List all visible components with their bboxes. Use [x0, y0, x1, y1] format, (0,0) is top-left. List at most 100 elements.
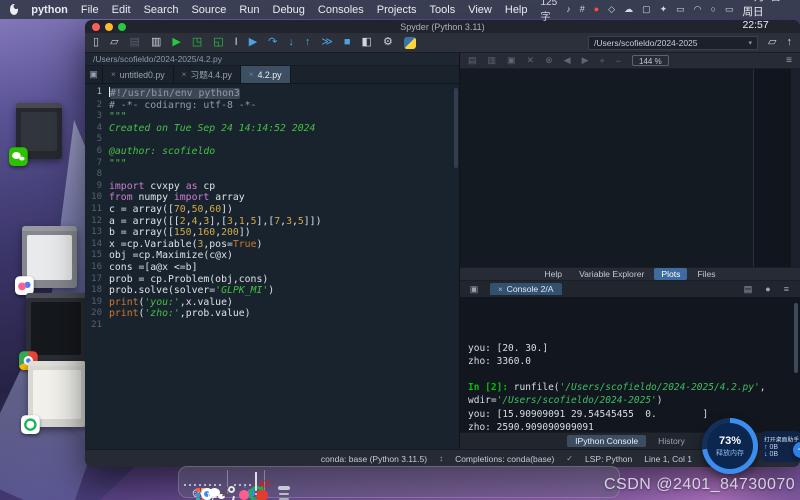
save-all-plots-icon[interactable]: ▥	[488, 55, 497, 66]
remove-plot-icon[interactable]: ✕	[527, 55, 535, 66]
input-method-indicator[interactable]: 125字	[541, 0, 558, 23]
plots-options-icon[interactable]: ≡	[786, 55, 792, 66]
search-icon[interactable]: ○	[711, 5, 716, 14]
console-tab[interactable]: × Console 2/A	[490, 283, 562, 295]
code-text[interactable]: c = array([70,50,60])	[109, 204, 233, 216]
code-text[interactable]: Created on Tue Sep 24 14:14:52 2024	[109, 123, 315, 135]
browse-tabs-icon[interactable]: ▣	[85, 66, 103, 83]
continue-icon[interactable]: ≫	[321, 37, 333, 48]
preferences-icon[interactable]: ⚙	[383, 37, 393, 48]
code-text[interactable]: print('zho:',prob.value)	[109, 308, 251, 320]
code-text[interactable]: prob = cp.Problem(obj,cons)	[109, 274, 268, 286]
working-directory-selector[interactable]: /Users/scofieldo/2024-2025 ▾	[588, 36, 758, 50]
menu-edit[interactable]: Edit	[112, 4, 131, 16]
editor-tab-untitled0.py[interactable]: ×untitled0.py	[103, 66, 174, 83]
autoformat-icon[interactable]: I	[235, 37, 238, 48]
shapes-icon[interactable]: ◇	[608, 5, 615, 14]
menu-projects[interactable]: Projects	[377, 4, 417, 16]
save-icon[interactable]: ▤	[130, 37, 140, 48]
menu-search[interactable]: Search	[144, 4, 179, 16]
menu-tools[interactable]: Tools	[430, 4, 456, 16]
run-icon[interactable]: ▶	[172, 37, 180, 48]
window-preview-chrome[interactable]	[26, 293, 86, 363]
code-text[interactable]: obj =cp.Maximize(c@x)	[109, 250, 233, 262]
code-text[interactable]: print('you:',x.value)	[109, 297, 233, 309]
code-text[interactable]: import cvxpy as cp	[109, 181, 215, 193]
step-out-icon[interactable]: ↑	[305, 37, 311, 48]
code-text[interactable]: @author: scofieldo	[109, 146, 215, 158]
zoom-out-icon[interactable]: −	[616, 56, 621, 66]
new-file-icon[interactable]: ▯	[93, 37, 99, 48]
menu-consoles[interactable]: Consoles	[318, 4, 364, 16]
browse-console-tabs-icon[interactable]: ▣	[465, 284, 483, 295]
code-text[interactable]: # -*- codiarng: utf-8 -*-	[109, 100, 256, 112]
code-text[interactable]: x =cp.Variable(3,pos=True)	[109, 239, 262, 251]
debug-icon[interactable]: ▶	[249, 37, 257, 48]
wifi-icon[interactable]: ◠	[694, 5, 702, 14]
code-text[interactable]: """	[109, 111, 127, 123]
close-console-icon[interactable]: ×	[498, 285, 503, 294]
stage-manager-icon[interactable]: ▢	[642, 5, 651, 14]
step-into-icon[interactable]: ↓	[288, 37, 294, 48]
screen-record-icon[interactable]: ●	[594, 5, 599, 14]
code-text[interactable]: cons =[a@x <=b]	[109, 262, 197, 274]
run-cell-icon[interactable]: ◳	[192, 37, 202, 48]
menu-debug[interactable]: Debug	[273, 4, 305, 16]
assistant-add-button[interactable]: +	[793, 442, 800, 458]
next-plot-icon[interactable]: ▶	[582, 55, 589, 66]
microphone-icon[interactable]: ♪	[566, 5, 571, 14]
save-plot-icon[interactable]: ▤	[468, 55, 477, 66]
close-tab-icon[interactable]: ×	[111, 70, 116, 79]
window-preview-wechat[interactable]	[16, 103, 62, 159]
code-text[interactable]: prob.solve(solver='GLPK_MI')	[109, 285, 274, 297]
go-up-directory-icon[interactable]: ↑	[787, 37, 793, 48]
menu-source[interactable]: Source	[191, 4, 226, 16]
tab-ipython-console[interactable]: IPython Console	[567, 435, 646, 447]
code-editor[interactable]: 1#!/usr/bin/env python32# -*- codiarng: …	[85, 84, 459, 449]
lsp-status[interactable]: LSP: Python	[585, 454, 632, 464]
open-file-icon[interactable]: ▱	[110, 37, 118, 48]
code-text[interactable]: """	[109, 158, 127, 170]
maximize-pane-icon[interactable]: ◧	[362, 37, 372, 48]
tab-files[interactable]: Files	[690, 268, 722, 280]
kernel-status-icon[interactable]: ●	[765, 284, 770, 295]
tab-help[interactable]: Help	[537, 268, 569, 280]
remove-all-plots-icon[interactable]: ⊗	[545, 55, 553, 66]
close-tab-icon[interactable]: ×	[182, 70, 187, 79]
completions-status[interactable]: Completions: conda(base)	[455, 454, 554, 464]
previous-plot-icon[interactable]: ◀	[564, 55, 571, 66]
cloud-icon[interactable]: ☁	[624, 5, 633, 14]
tab-history[interactable]: History	[650, 435, 693, 447]
menu-help[interactable]: Help	[505, 4, 528, 16]
battery-icon[interactable]: ▭	[676, 5, 685, 14]
tab-variable-explorer[interactable]: Variable Explorer	[572, 268, 651, 280]
menu-view[interactable]: View	[468, 4, 492, 16]
save-all-icon[interactable]: ▥	[151, 37, 161, 48]
kingsoft-icon[interactable]	[255, 472, 257, 491]
keyboard-icon[interactable]: #	[580, 5, 585, 14]
code-text[interactable]: #!/usr/bin/env python3	[109, 87, 240, 100]
zoom-in-icon[interactable]: +	[599, 56, 604, 66]
copy-plot-icon[interactable]: ▣	[507, 55, 516, 66]
python-env-icon[interactable]	[404, 37, 416, 49]
step-over-icon[interactable]: ↷	[268, 37, 277, 48]
menu-clock[interactable]: 12月8日 周日 22:57	[742, 0, 790, 31]
menu-run[interactable]: Run	[239, 4, 259, 16]
plots-scrollbar[interactable]	[791, 69, 800, 267]
ipython-console-output[interactable]: you: [20. 30.]zho: 3360.0 In [2]: runfil…	[460, 297, 800, 432]
active-app-menu[interactable]: python	[31, 4, 68, 16]
window-preview-netdisk[interactable]	[22, 226, 77, 288]
dock-item-kingsoft[interactable]	[255, 473, 257, 491]
menu-file[interactable]: File	[81, 4, 99, 16]
conda-env-status[interactable]: conda: base (Python 3.11.5)	[321, 454, 427, 464]
window-preview-evernote[interactable]	[28, 361, 86, 427]
code-text[interactable]: b = array([150,160,200])	[109, 227, 251, 239]
display-icon[interactable]: ▭	[725, 5, 734, 14]
inspect-icon[interactable]: ▤	[744, 284, 753, 295]
run-selection-icon[interactable]: ◱	[213, 37, 223, 48]
editor-tab-4.2.py[interactable]: ×4.2.py	[241, 66, 291, 83]
editor-tab-习题4.4.py[interactable]: ×习题4.4.py	[174, 66, 241, 83]
memory-gauge[interactable]: 73% 释放内存	[702, 418, 758, 474]
tab-plots[interactable]: Plots	[654, 268, 687, 280]
apple-menu-icon[interactable]	[10, 4, 18, 15]
